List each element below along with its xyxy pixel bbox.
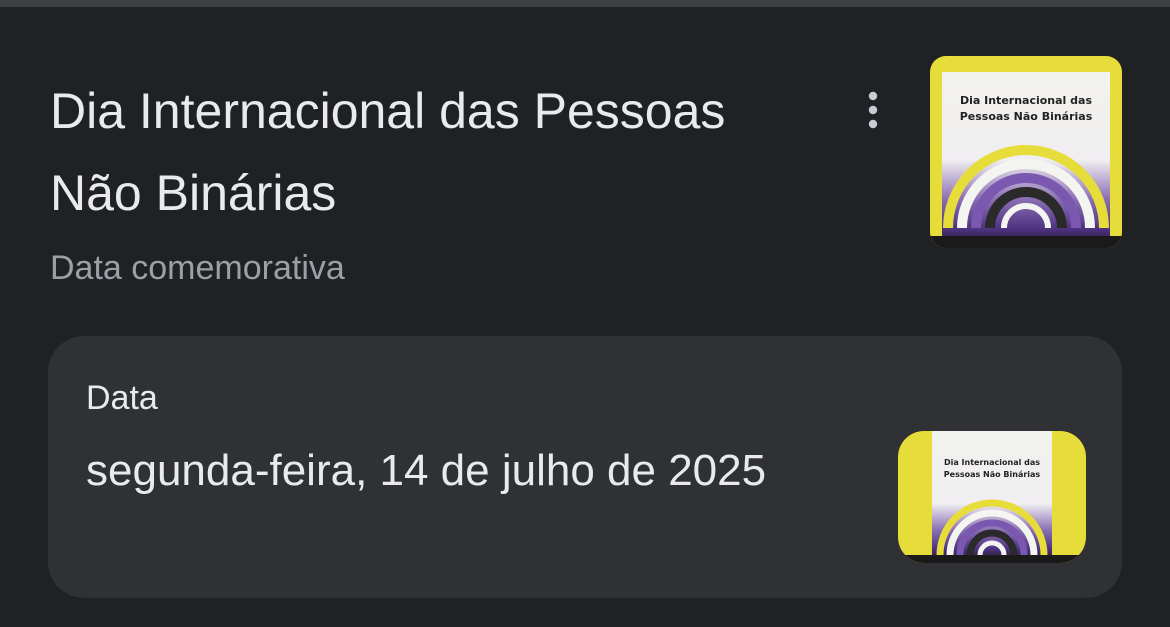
poster-text-line1: Dia Internacional das <box>960 94 1092 107</box>
date-label: Data <box>86 379 158 417</box>
thumb-text-line2: Pessoas Não Binárias <box>944 470 1041 479</box>
more-options-button[interactable] <box>852 86 894 134</box>
nonbinary-poster-image: Dia Internacional das Pessoas Não Binári… <box>930 56 1122 248</box>
top-divider <box>0 0 1170 7</box>
date-card: Data segunda-feira, 14 de julho de 2025 … <box>48 336 1122 598</box>
date-card-image[interactable]: Dia Internacional das Pessoas Não Binári… <box>898 431 1086 563</box>
entity-type: Data comemorativa <box>50 249 345 287</box>
nonbinary-poster-thumbnail: Dia Internacional das Pessoas Não Binári… <box>898 431 1086 563</box>
date-value: segunda-feira, 14 de julho de 2025 <box>86 446 767 495</box>
knowledge-panel: Dia Internacional das Pessoas Não Binári… <box>0 0 1170 627</box>
poster-text-line2: Pessoas Não Binárias <box>960 110 1093 123</box>
page-title: Dia Internacional das Pessoas Não Binári… <box>50 83 726 221</box>
thumb-text-line1: Dia Internacional das <box>944 458 1040 467</box>
more-vert-icon <box>868 91 878 129</box>
entity-image[interactable]: Dia Internacional das Pessoas Não Binári… <box>930 56 1122 248</box>
